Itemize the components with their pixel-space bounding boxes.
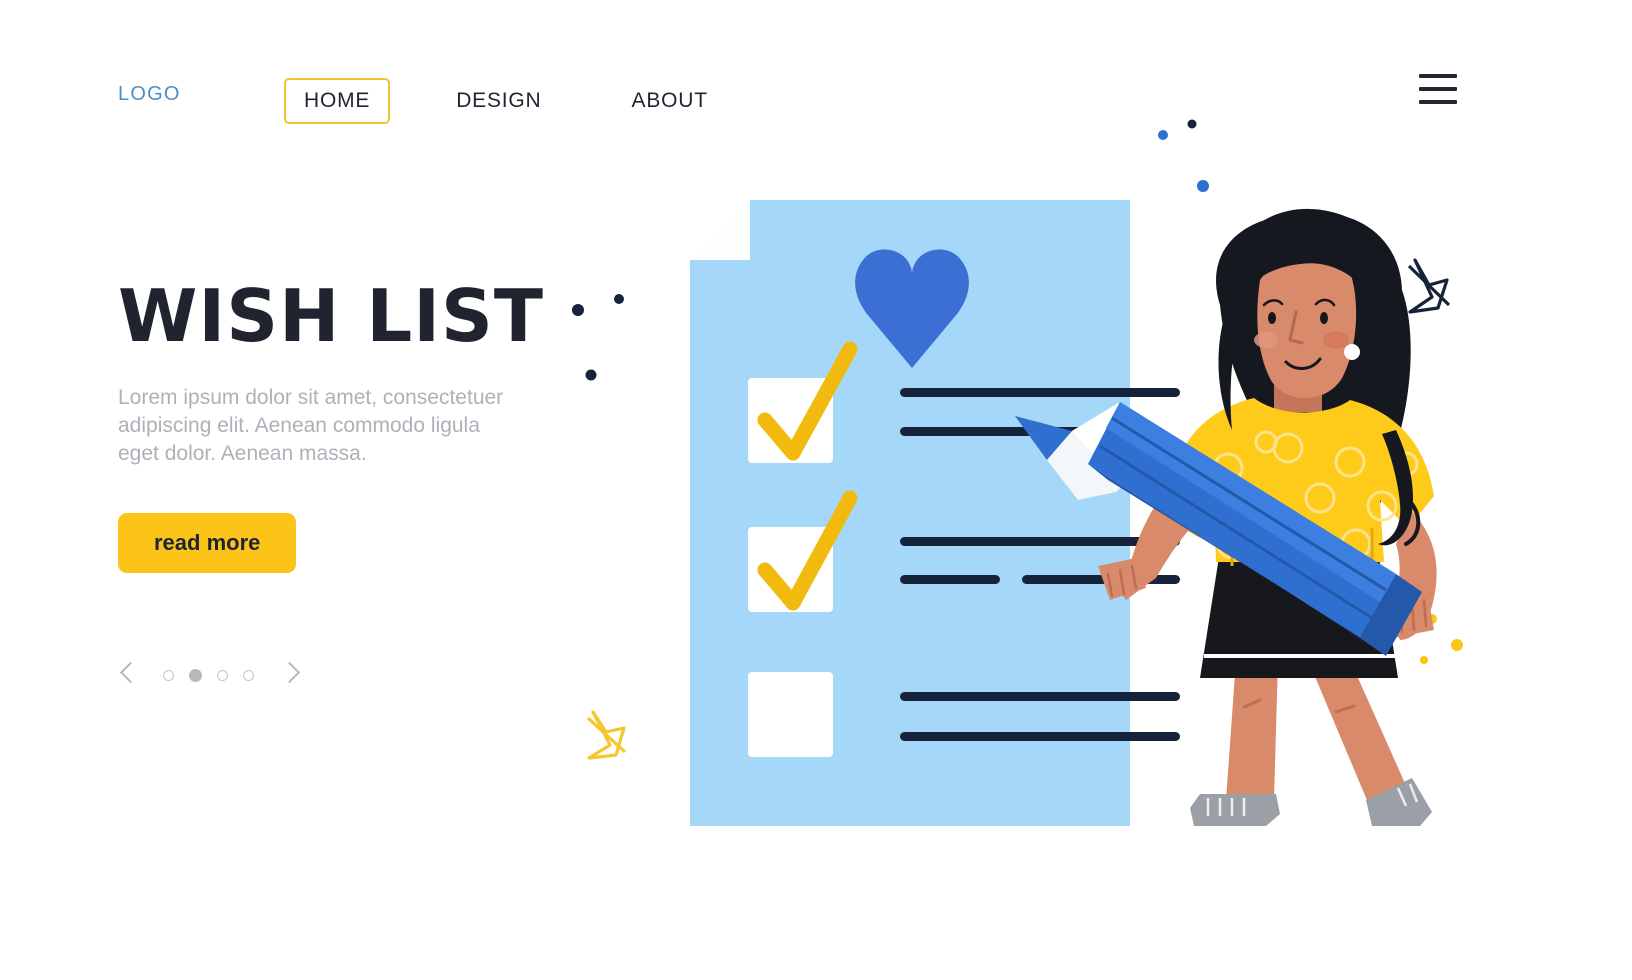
page-title: WISH LIST [118,274,545,358]
hero-copy: WISH LIST Lorem ipsum dolor sit amet, co… [118,278,588,573]
nav-item-design[interactable]: DESIGN [436,78,561,124]
carousel-dot[interactable] [163,669,174,681]
hero-illustration [560,100,1560,880]
star-outline-yellow-icon [586,710,627,760]
carousel-dot-active[interactable] [189,668,202,682]
logo[interactable]: LOGO [118,83,181,106]
carousel-dots [163,668,254,682]
decoration-dots-left [572,294,624,381]
carousel-controls [118,660,301,690]
landing-page: LOGO HOME DESIGN ABOUT WISH LIST Lorem i… [0,0,1632,980]
carousel-dot[interactable] [243,669,254,681]
decoration-dots-top [1158,119,1209,192]
carousel-dot[interactable] [217,669,228,681]
hamburger-bar [1419,87,1457,91]
nav-item-home[interactable]: HOME [284,78,391,124]
chevron-left-icon[interactable] [118,660,142,690]
chevron-right-icon[interactable] [277,660,301,690]
hamburger-bar [1419,74,1457,78]
star-outline-dark-icon [1407,258,1451,314]
checklist-paper [690,200,1180,826]
hero-paragraph: Lorem ipsum dolor sit amet, consectetuer… [118,386,504,465]
read-more-button[interactable]: read more [118,513,297,573]
